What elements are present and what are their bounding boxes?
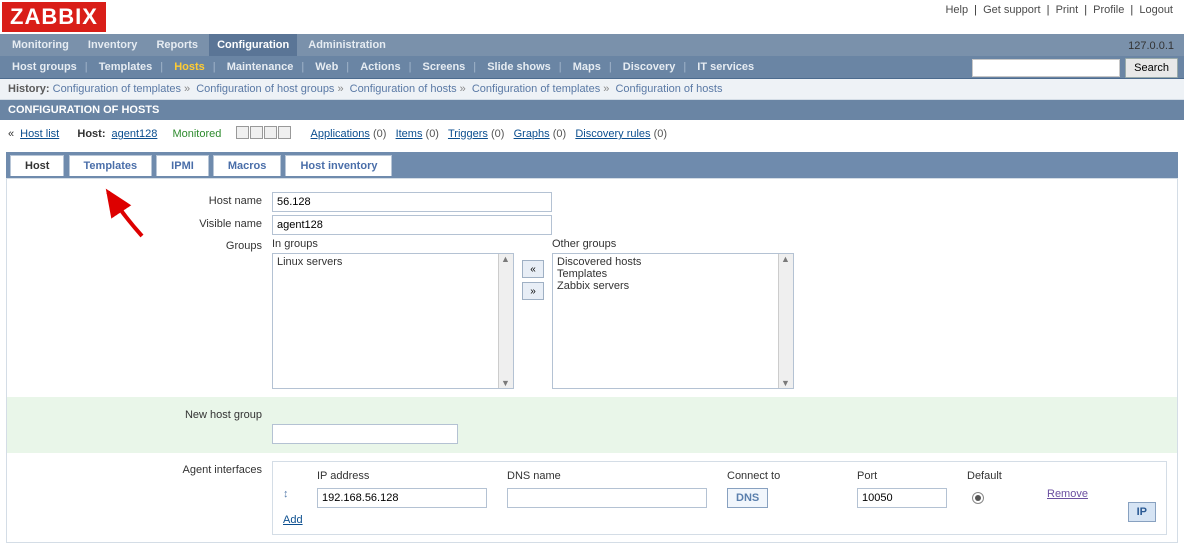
submenu-discovery[interactable]: Discovery	[615, 56, 684, 78]
in-groups-label: In groups	[272, 238, 514, 250]
graphs-count: (0)	[553, 128, 566, 140]
history-item[interactable]: Configuration of host groups	[196, 83, 334, 95]
submenu-maintenance[interactable]: Maintenance	[219, 56, 302, 78]
menu-monitoring[interactable]: Monitoring	[4, 34, 77, 56]
tab-host[interactable]: Host	[10, 155, 64, 176]
status-indicator-icon	[236, 126, 292, 142]
drag-handle-icon[interactable]: ↕	[283, 488, 289, 500]
list-item[interactable]: Linux servers	[277, 256, 509, 268]
tab-macros[interactable]: Macros	[213, 155, 282, 176]
history-item[interactable]: Configuration of hosts	[350, 83, 457, 95]
visible-name-field[interactable]	[272, 215, 552, 235]
host-info-row: « Host list Host: agent128 Monitored App…	[0, 120, 1184, 148]
discovery-rules-count: (0)	[654, 128, 667, 140]
section-title: CONFIGURATION OF HOSTS	[0, 100, 1184, 120]
scrollbar[interactable]	[778, 254, 793, 388]
logout-link[interactable]: Logout	[1139, 4, 1173, 16]
discovery-rules-link[interactable]: Discovery rules	[575, 128, 650, 140]
host-name-field[interactable]	[272, 192, 552, 212]
support-link[interactable]: Get support	[983, 4, 1040, 16]
top-links: Help | Get support | Print | Profile | L…	[942, 4, 1176, 16]
graphs-link[interactable]: Graphs	[514, 128, 550, 140]
menu-inventory[interactable]: Inventory	[80, 34, 146, 56]
host-label: Host:	[77, 128, 105, 140]
server-address: 127.0.0.1	[1128, 40, 1174, 52]
move-right-button[interactable]: »	[522, 282, 544, 300]
submenu-host-groups[interactable]: Host groups	[4, 56, 85, 78]
items-count: (0)	[426, 128, 439, 140]
profile-link[interactable]: Profile	[1093, 4, 1124, 16]
host-form: Host name Visible name Groups In groups …	[6, 178, 1178, 543]
new-host-group-field[interactable]	[272, 424, 458, 444]
remove-interface-link[interactable]: Remove	[1047, 488, 1088, 500]
dns-name-field[interactable]	[507, 488, 707, 508]
col-port: Port	[857, 470, 947, 482]
host-name-label: Host name	[7, 192, 272, 207]
back-chevron: «	[8, 128, 14, 140]
submenu-web[interactable]: Web	[307, 56, 346, 78]
print-link[interactable]: Print	[1056, 4, 1079, 16]
connect-dns-button[interactable]: DNS	[727, 488, 768, 508]
default-radio[interactable]	[972, 492, 984, 504]
search-button[interactable]: Search	[1125, 58, 1178, 78]
col-connect-to: Connect to	[727, 470, 837, 482]
groups-label: Groups	[7, 238, 272, 252]
help-link[interactable]: Help	[945, 4, 968, 16]
agent-interfaces-label: Agent interfaces	[7, 461, 272, 476]
tab-ipmi[interactable]: IPMI	[156, 155, 209, 176]
triggers-count: (0)	[491, 128, 504, 140]
applications-link[interactable]: Applications	[311, 128, 370, 140]
submenu-templates[interactable]: Templates	[91, 56, 161, 78]
submenu-it-services[interactable]: IT services	[689, 56, 762, 78]
history-label: History:	[8, 83, 50, 95]
in-groups-listbox[interactable]: Linux servers	[272, 253, 514, 389]
tab-templates[interactable]: Templates	[69, 155, 153, 176]
menu-configuration[interactable]: Configuration	[209, 34, 297, 56]
history-item[interactable]: Configuration of hosts	[615, 83, 722, 95]
port-field[interactable]	[857, 488, 947, 508]
menu-administration[interactable]: Administration	[300, 34, 394, 56]
col-default: Default	[967, 470, 1027, 482]
list-item[interactable]: Templates	[557, 268, 789, 280]
submenu-maps[interactable]: Maps	[565, 56, 609, 78]
other-groups-listbox[interactable]: Discovered hosts Templates Zabbix server…	[552, 253, 794, 389]
submenu-screens[interactable]: Screens	[414, 56, 473, 78]
brand-logo: ZABBIX	[2, 2, 106, 32]
connect-ip-button[interactable]: IP	[1128, 502, 1156, 522]
search-input[interactable]	[972, 59, 1120, 77]
applications-count: (0)	[373, 128, 386, 140]
submenu-hosts[interactable]: Hosts	[166, 56, 213, 78]
ip-address-field[interactable]	[317, 488, 487, 508]
submenu-slide-shows[interactable]: Slide shows	[479, 56, 559, 78]
tabs: Host Templates IPMI Macros Host inventor…	[6, 152, 1178, 178]
add-interface-link[interactable]: Add	[283, 514, 303, 526]
menu-reports[interactable]: Reports	[148, 34, 206, 56]
triggers-link[interactable]: Triggers	[448, 128, 488, 140]
history-item[interactable]: Configuration of templates	[472, 83, 600, 95]
host-name-link[interactable]: agent128	[111, 128, 157, 140]
visible-name-label: Visible name	[7, 215, 272, 230]
move-left-button[interactable]: «	[522, 260, 544, 278]
history-item[interactable]: Configuration of templates	[53, 83, 181, 95]
list-item[interactable]: Discovered hosts	[557, 256, 789, 268]
scrollbar[interactable]	[498, 254, 513, 388]
host-status: Monitored	[172, 128, 221, 140]
tab-host-inventory[interactable]: Host inventory	[285, 155, 392, 176]
new-host-group-label: New host group	[7, 406, 272, 421]
list-item[interactable]: Zabbix servers	[557, 280, 789, 292]
col-dns-name: DNS name	[507, 470, 707, 482]
submenu-actions[interactable]: Actions	[352, 56, 408, 78]
other-groups-label: Other groups	[552, 238, 794, 250]
host-list-link[interactable]: Host list	[20, 128, 59, 140]
col-ip-address: IP address	[317, 470, 487, 482]
sub-menu: Host groups| Templates| Hosts| Maintenan…	[0, 56, 1184, 79]
main-menu: Monitoring Inventory Reports Configurati…	[0, 34, 1184, 56]
breadcrumb: History: Configuration of templates» Con…	[0, 79, 1184, 100]
items-link[interactable]: Items	[396, 128, 423, 140]
